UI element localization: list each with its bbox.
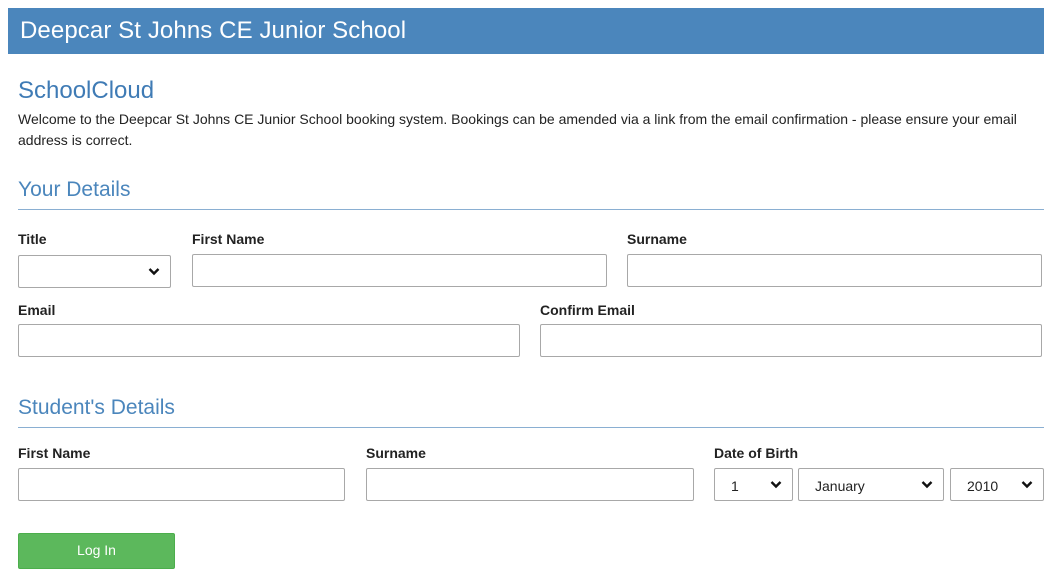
surname-input[interactable] (627, 254, 1042, 287)
intro-text: Welcome to the Deepcar St Johns CE Junio… (18, 111, 1017, 148)
confirm-email-label: Confirm Email (540, 302, 635, 318)
your-details-section-header: Your Details (18, 178, 1044, 210)
first-name-label: First Name (192, 231, 265, 247)
surname-label: Surname (627, 231, 687, 247)
title-select[interactable] (18, 255, 171, 288)
chevron-down-icon (770, 480, 782, 489)
chevron-down-icon (148, 267, 160, 276)
email-label: Email (18, 302, 56, 318)
brand-title: SchoolCloud (18, 77, 155, 104)
page-header: Deepcar St Johns CE Junior School (8, 8, 1044, 54)
dob-year-value: 2010 (967, 478, 999, 494)
confirm-email-input[interactable] (540, 324, 1042, 357)
email-input[interactable] (18, 324, 520, 357)
student-details-heading: Student's Details (18, 396, 175, 419)
title-label: Title (18, 231, 47, 247)
student-details-section-header: Student's Details (18, 396, 1044, 428)
dob-year-select[interactable]: 2010 (950, 468, 1044, 501)
student-surname-input[interactable] (366, 468, 694, 501)
school-name: Deepcar St Johns CE Junior School (20, 17, 407, 44)
dob-day-select[interactable]: 1 (714, 468, 793, 501)
chevron-down-icon (1021, 480, 1033, 489)
student-first-name-input[interactable] (18, 468, 345, 501)
student-first-name-label: First Name (18, 445, 91, 461)
dob-month-value: January (815, 478, 865, 494)
dob-day-value: 1 (731, 478, 739, 494)
first-name-input[interactable] (192, 254, 607, 287)
dob-month-select[interactable]: January (798, 468, 944, 501)
dob-label: Date of Birth (714, 445, 798, 461)
student-surname-label: Surname (366, 445, 426, 461)
your-details-heading: Your Details (18, 178, 131, 201)
chevron-down-icon (921, 480, 933, 489)
